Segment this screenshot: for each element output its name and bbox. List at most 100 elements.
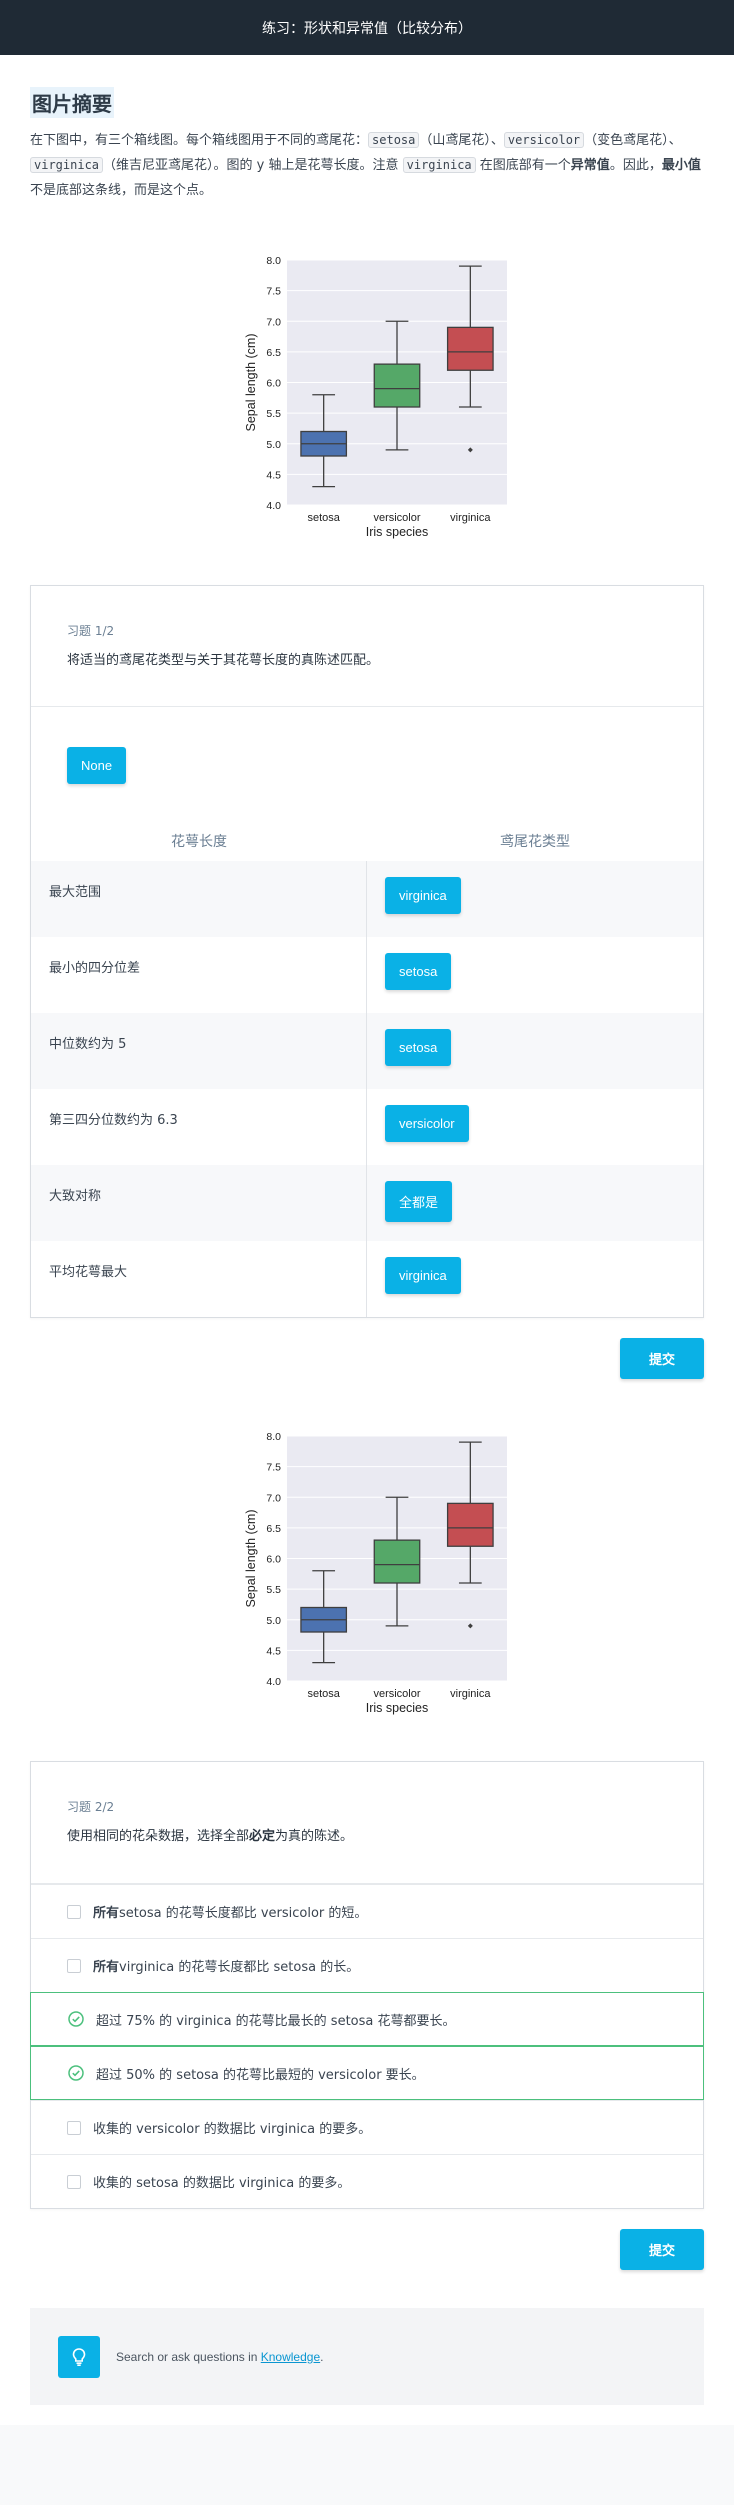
checkbox[interactable] [67,1904,81,1919]
y-tick-label: 5.5 [266,1584,281,1596]
box-versicolor [373,363,421,408]
top-bar: 练习：形状和异常值（比较分布） [0,0,734,55]
exercise-number: 习题 1/2 [67,624,115,638]
boxplot-figure-2: 4.0 4.5 5.0 5.5 6.0 6.5 7.0 7.5 8.0 setosa versico… [30,1419,704,1719]
col-sepal-length: 花萼长度 [171,834,227,850]
answer-chip[interactable]: virginica [385,1257,461,1294]
y-tick-label: 5.0 [266,439,281,451]
match-row: 大致对称 全都是 [31,1165,703,1241]
text-fragment: . [320,2349,324,2364]
exercise-prompt: 将适当的鸢尾花类型与关于其花萼长度的真陈述匹配。 [67,653,380,668]
match-slot[interactable]: virginica [367,861,703,937]
submit-row-1: 提交 [30,1318,704,1399]
checkbox[interactable] [67,1958,81,1973]
y-tick-label: 4.5 [266,469,281,481]
x-tick-label: setosa [307,512,340,524]
answer-chip[interactable]: versicolor [385,1105,469,1142]
y-tick-label: 7.5 [266,286,281,298]
checkbox[interactable] [67,2174,81,2189]
match-row: 中位数约为 5 setosa [31,1013,703,1089]
answer-chip[interactable]: setosa [385,953,452,990]
match-slot[interactable]: versicolor [367,1089,703,1165]
answer-chip[interactable]: 全都是 [385,1181,453,1222]
answer-chip[interactable]: setosa [385,1029,452,1066]
text-fragment: Search or ask questions in [116,2349,261,2364]
col-iris-type: 鸢尾花类型 [500,834,570,850]
knowledge-banner: Search or ask questions in Knowledge. [30,2308,704,2405]
x-axis-label: Iris species [366,525,429,539]
x-tick-label: virginica [450,512,491,524]
y-axis-label: Sepal length (cm) [244,334,258,432]
check-circle-icon [68,2065,84,2081]
y-tick-label: 5.0 [266,1615,281,1627]
lightbulb-icon [58,2335,100,2378]
boxplot-figure-1: 4.0 4.5 5.0 5.5 6.0 6.5 7.0 7.5 8.0 setosa versico… [30,243,704,543]
match-statement: 中位数约为 5 [31,1013,367,1089]
match-slot[interactable]: virginica [367,1241,703,1317]
bold-min: 最小值 [661,158,701,173]
knowledge-text: Search or ask questions in Knowledge. [116,2350,323,2364]
text-fragment: 。因此， [609,158,662,173]
summary-text: 在下图中，有三个箱线图。每个箱线图用于不同的鸢尾花： setosa （山鸢尾花）、 v… [30,128,704,203]
match-rows: 最大范围 virginica 最小的四分位差 setosa 中位数约为 5 se… [31,861,703,1317]
text-fragment: （维吉尼亚鸢尾花）。图的 y 轴上是花萼长度。注意 [103,158,403,173]
code-setosa: setosa [368,132,420,148]
checkbox[interactable] [67,2120,81,2135]
knowledge-link[interactable]: Knowledge [261,2350,320,2364]
match-row: 平均花萼最大 virginica [31,1241,703,1317]
option-2[interactable]: 所有 virginica 的花萼长度都比 setosa 的长。 [31,1938,703,1992]
option-4[interactable]: 超过 50% 的 setosa 的花萼比最短的 versicolor 要长。 [30,2046,704,2100]
match-statement: 第三四分位数约为 6.3 [31,1089,367,1165]
y-tick-label: 6.0 [266,378,281,390]
y-tick-label: 4.0 [266,500,281,512]
x-tick-label: versicolor [373,1688,420,1700]
summary-title: 图片摘要 [30,87,114,118]
match-row: 最小的四分位差 setosa [31,937,703,1013]
y-tick-label: 4.5 [266,1645,281,1657]
page-title: 练习：形状和异常值（比较分布） [262,20,472,37]
pool-item-none[interactable]: None [67,747,127,784]
box-versicolor [373,1539,421,1584]
y-tick-label: 7.0 [266,1492,281,1504]
exercise-2-card: 习题 2/2 使用相同的花朵数据，选择全部必定为真的陈述。 所有 setosa … [30,1761,704,2209]
match-slot[interactable]: 全都是 [367,1165,703,1241]
option-3[interactable]: 超过 75% 的 virginica 的花萼比最长的 setosa 花萼都要长。 [30,1992,704,2046]
box-virginica [446,326,494,371]
text-fragment: （山鸢尾花）、 [419,133,504,148]
option-5[interactable]: 收集的 versicolor 的数据比 virginica 的要多。 [31,2100,703,2154]
check-circle-icon [68,2011,84,2027]
answer-chip[interactable]: virginica [385,877,461,914]
y-axis-label: Sepal length (cm) [244,1510,258,1608]
y-tick-label: 6.5 [266,1523,281,1535]
x-tick-label: virginica [450,1688,491,1700]
match-slot[interactable]: setosa [367,937,703,1013]
text-fragment: 在下图中，有三个箱线图。每个箱线图用于不同的鸢尾花： [30,133,369,148]
y-tick-label: 8.0 [266,255,281,267]
match-statement: 最大范围 [31,861,367,937]
submit-row-2: 提交 [30,2209,704,2290]
text-fragment: 在图底部有一个 [475,158,571,173]
submit-button[interactable]: 提交 [620,2229,704,2270]
boxplot-chart: 4.0 4.5 5.0 5.5 6.0 6.5 7.0 7.5 8.0 setosa versico… [244,255,507,539]
match-row: 第三四分位数约为 6.3 versicolor [31,1089,703,1165]
option-text: 收集的 setosa 的数据比 virginica 的要多。 [93,2176,351,2191]
option-text: setosa 的花萼长度都比 versicolor 的短。 [119,1906,368,1921]
x-axis-label: Iris species [366,1701,429,1715]
code-virginica: virginica [30,157,104,173]
bold-must: 必定 [249,1829,276,1844]
option-6[interactable]: 收集的 setosa 的数据比 virginica 的要多。 [31,2154,703,2208]
exercise-2-header: 习题 2/2 使用相同的花朵数据，选择全部必定为真的陈述。 [31,1762,703,1884]
option-1[interactable]: 所有 setosa 的花萼长度都比 versicolor 的短。 [31,1884,703,1938]
y-tick-label: 5.5 [266,408,281,420]
bold-outlier: 异常值 [570,158,610,173]
exercise-number: 习题 2/2 [67,1800,115,1814]
code-virginica-2: virginica [402,157,476,173]
y-tick-label: 7.0 [266,316,281,328]
match-slot[interactable]: setosa [367,1013,703,1089]
match-statement: 平均花萼最大 [31,1241,367,1317]
option-bold: 所有 [93,1906,120,1921]
x-tick-label: versicolor [373,512,420,524]
footer-space [0,2425,734,2505]
text-fragment: 为真的陈述。 [275,1829,354,1844]
submit-button[interactable]: 提交 [620,1338,704,1379]
